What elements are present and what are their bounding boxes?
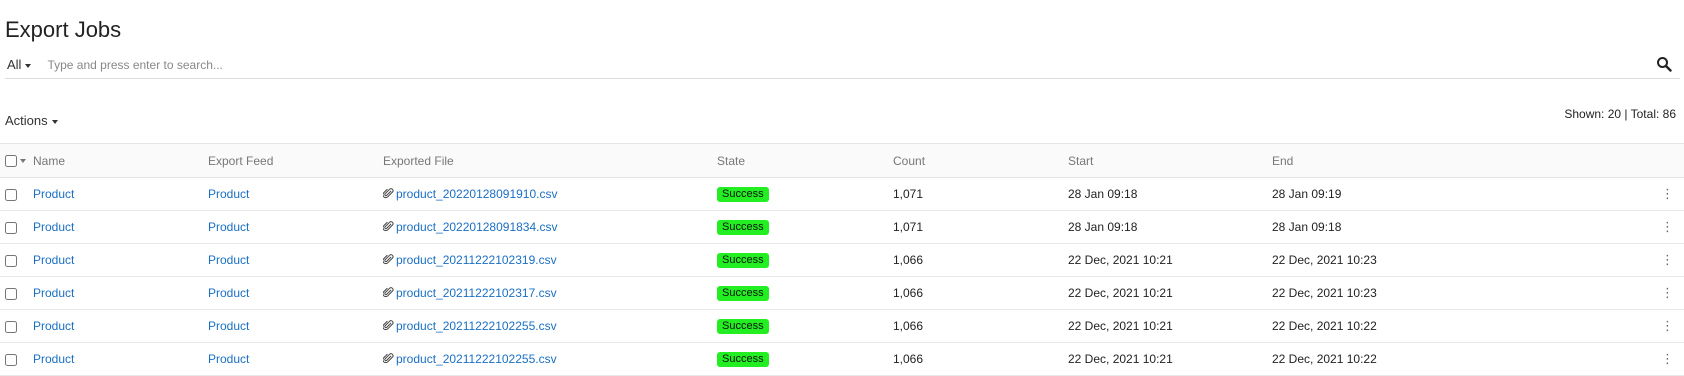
start-cell: 28 Jan 09:18 <box>1068 187 1138 201</box>
exported-file-link[interactable]: product_20211222102255.csv <box>396 319 557 333</box>
search-input[interactable] <box>45 56 1606 73</box>
end-cell: 28 Jan 09:19 <box>1272 187 1342 201</box>
count-cell: 1,071 <box>893 220 924 234</box>
status-badge: Success <box>717 187 769 202</box>
actions-dropdown[interactable]: Actions <box>5 113 58 128</box>
export-feed-link[interactable]: Product <box>208 352 249 366</box>
job-name-link[interactable]: Product <box>33 352 74 366</box>
row-checkbox[interactable] <box>5 221 17 234</box>
kebab-icon[interactable]: ⋮ <box>1472 244 1684 277</box>
job-name-link[interactable]: Product <box>33 253 74 267</box>
table-row[interactable]: Product Product product_20211222102317.csv… <box>0 277 1684 310</box>
search-scope-label: All <box>7 57 22 72</box>
paperclip-icon <box>382 320 394 331</box>
export-jobs-table: Name Export Feed Exported File State Cou… <box>0 143 1684 376</box>
kebab-icon[interactable]: ⋮ <box>1472 178 1684 211</box>
table-row[interactable]: Product Product product_20211222102255.csv… <box>0 310 1684 343</box>
row-select-cell <box>0 178 33 211</box>
chevron-down-icon <box>51 119 58 124</box>
exported-file-link[interactable]: product_20220128091910.csv <box>396 187 557 201</box>
row-select-cell <box>0 343 33 376</box>
end-cell: 22 Dec, 2021 10:22 <box>1272 352 1377 366</box>
start-cell: 22 Dec, 2021 10:21 <box>1068 253 1173 267</box>
column-header-start[interactable]: Start <box>1068 143 1272 178</box>
search-icon[interactable] <box>1656 56 1672 72</box>
job-name-link[interactable]: Product <box>33 319 74 333</box>
end-cell: 22 Dec, 2021 10:22 <box>1272 319 1377 333</box>
count-cell: 1,066 <box>893 352 924 366</box>
column-header-state[interactable]: State <box>717 143 893 178</box>
paperclip-icon <box>382 221 394 232</box>
exported-file-link[interactable]: product_20211222102255.csv <box>396 352 557 366</box>
results-count: Shown: 20 | Total: 86 <box>1564 107 1676 121</box>
job-name-link[interactable]: Product <box>33 286 74 300</box>
start-cell: 22 Dec, 2021 10:21 <box>1068 319 1173 333</box>
paperclip-icon <box>382 287 394 298</box>
count-cell: 1,071 <box>893 187 924 201</box>
export-feed-link[interactable]: Product <box>208 187 249 201</box>
actions-label: Actions <box>5 113 48 128</box>
count-cell: 1,066 <box>893 286 924 300</box>
table-row[interactable]: Product Product product_20211222102319.csv… <box>0 244 1684 277</box>
end-cell: 28 Jan 09:18 <box>1272 220 1342 234</box>
export-feed-link[interactable]: Product <box>208 319 249 333</box>
count-cell: 1,066 <box>893 253 924 267</box>
paperclip-icon <box>382 254 394 265</box>
kebab-icon[interactable]: ⋮ <box>1472 211 1684 244</box>
kebab-icon[interactable]: ⋮ <box>1472 343 1684 376</box>
kebab-icon[interactable]: ⋮ <box>1472 277 1684 310</box>
job-name-link[interactable]: Product <box>33 187 74 201</box>
select-all-cell <box>0 143 33 178</box>
count-cell: 1,066 <box>893 319 924 333</box>
row-select-cell <box>0 244 33 277</box>
row-checkbox[interactable] <box>5 353 17 366</box>
status-badge: Success <box>717 352 769 367</box>
exported-file-link[interactable]: product_20211222102319.csv <box>396 253 557 267</box>
select-all-checkbox[interactable] <box>5 155 17 168</box>
end-cell: 22 Dec, 2021 10:23 <box>1272 286 1377 300</box>
kebab-icon[interactable]: ⋮ <box>1472 310 1684 343</box>
search-scope-select[interactable]: All <box>5 57 33 72</box>
exported-file-link[interactable]: product_20220128091834.csv <box>396 220 557 234</box>
table-row[interactable]: Product Product product_20211222102255.csv… <box>0 343 1684 376</box>
job-name-link[interactable]: Product <box>33 220 74 234</box>
start-cell: 22 Dec, 2021 10:21 <box>1068 286 1173 300</box>
column-header-count[interactable]: Count <box>893 143 1068 178</box>
row-select-cell <box>0 310 33 343</box>
export-feed-link[interactable]: Product <box>208 286 249 300</box>
column-header-end[interactable]: End <box>1272 143 1472 178</box>
paperclip-icon <box>382 353 394 364</box>
status-badge: Success <box>717 319 769 334</box>
table-row[interactable]: Product Product product_20220128091910.csv… <box>0 178 1684 211</box>
row-checkbox[interactable] <box>5 320 17 333</box>
column-header-actions <box>1472 143 1684 178</box>
column-header-exported-file[interactable]: Exported File <box>383 143 717 178</box>
export-feed-link[interactable]: Product <box>208 220 249 234</box>
column-header-export-feed[interactable]: Export Feed <box>208 143 383 178</box>
exported-file-link[interactable]: product_20211222102317.csv <box>396 286 557 300</box>
table-header-row: Name Export Feed Exported File State Cou… <box>0 143 1684 178</box>
export-feed-link[interactable]: Product <box>208 253 249 267</box>
table-row[interactable]: Product Product product_20220128091834.csv… <box>0 211 1684 244</box>
status-badge: Success <box>717 253 769 268</box>
row-checkbox[interactable] <box>5 254 17 267</box>
page-title: Export Jobs <box>5 17 122 42</box>
search-bar: All <box>5 51 1680 79</box>
status-badge: Success <box>717 220 769 235</box>
row-select-cell <box>0 211 33 244</box>
column-header-name[interactable]: Name <box>33 143 208 178</box>
row-checkbox[interactable] <box>5 287 17 300</box>
start-cell: 28 Jan 09:18 <box>1068 220 1138 234</box>
start-cell: 22 Dec, 2021 10:21 <box>1068 352 1173 366</box>
end-cell: 22 Dec, 2021 10:23 <box>1272 253 1377 267</box>
paperclip-icon <box>382 188 394 199</box>
chevron-down-icon <box>25 63 32 68</box>
status-badge: Success <box>717 286 769 301</box>
chevron-down-icon[interactable] <box>20 159 26 164</box>
row-checkbox[interactable] <box>5 188 17 201</box>
row-select-cell <box>0 277 33 310</box>
